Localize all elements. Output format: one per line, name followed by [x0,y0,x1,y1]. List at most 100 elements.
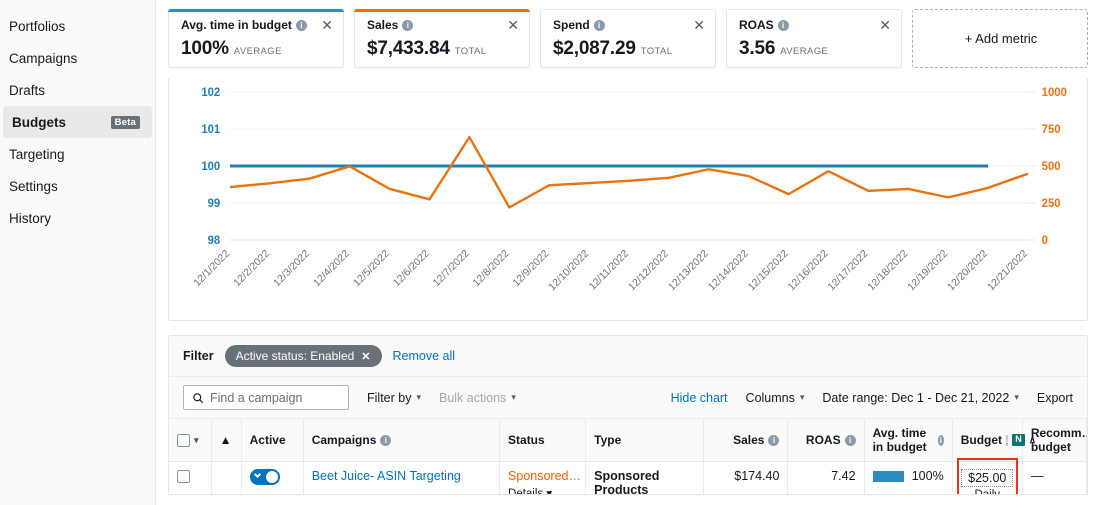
info-icon[interactable]: i [937,434,944,446]
sidebar-item-label: Settings [9,178,58,194]
metric-unit: AVERAGE [780,46,829,57]
table-row[interactable]: Beet Juice- ASIN Targeting Sponsored… De… [169,458,1087,494]
info-icon[interactable]: i [777,19,789,31]
active-toggle[interactable] [249,469,280,485]
close-icon[interactable]: ✕ [361,350,370,363]
svg-text:100: 100 [201,161,220,173]
th-active[interactable]: Active [241,419,304,462]
svg-text:1000: 1000 [1042,87,1067,99]
chevron-down-icon: ▾ [799,392,805,402]
th-label: Recomm… budget [1030,426,1088,454]
metric-accent-bar [354,9,530,12]
th-alerts[interactable]: ▲ [211,419,242,462]
row-checkbox[interactable] [177,470,190,484]
metrics-line-chart: 98991001011020250500750100012/1/2022 12/2… [192,87,1067,293]
sidebar-item-budgets[interactable]: Budgets Beta [3,106,152,138]
th-roas[interactable]: ROAS i [787,419,865,462]
export-button[interactable]: Export [1037,391,1073,405]
th-label: Status [508,433,545,447]
row-campaign-cell[interactable]: Beet Juice- ASIN Targeting [303,461,501,494]
row-select-cell[interactable] [169,461,212,494]
hide-chart-link[interactable]: Hide chart [671,391,728,405]
bulk-actions-dropdown[interactable]: Bulk actions ▾ [439,391,516,405]
svg-text:12/7/2022: 12/7/2022 [431,248,471,289]
info-icon[interactable]: i [593,19,605,31]
info-icon[interactable]: i [295,19,307,31]
row-time-in-budget-cell: 100% [864,461,953,494]
sidebar-item-campaigns[interactable]: Campaigns [0,42,155,74]
info-icon[interactable]: i [844,434,856,446]
th-label: ROAS [805,433,841,447]
svg-text:12/20/2022: 12/20/2022 [946,248,990,293]
svg-text:0: 0 [1042,235,1048,247]
sidebar-item-settings[interactable]: Settings [0,170,155,202]
chevron-down-icon[interactable]: ▾ [194,435,199,446]
campaign-link[interactable]: Beet Juice- ASIN Targeting [312,469,461,483]
th-label: Active [249,433,286,447]
metric-accent-bar [168,9,344,12]
svg-text:12/14/2022: 12/14/2022 [706,248,750,293]
svg-text:500: 500 [1042,161,1061,173]
sidebar-item-history[interactable]: History [0,202,155,234]
svg-text:12/19/2022: 12/19/2022 [906,248,950,293]
th-status[interactable]: Status [499,419,587,462]
table-toolbar: Find a campaign Filter by ▾ Bulk actions… [169,377,1087,419]
th-type[interactable]: Type [585,419,705,462]
status-badge: Sponsored… [508,469,581,483]
metric-card-avg-time-in-budget[interactable]: Avg. time in budget i ✕ 100% AVERAGE [168,9,344,68]
check-icon [253,470,261,479]
sidebar-item-label: Portfolios [9,18,66,34]
row-budget-cell[interactable]: $25.00 Daily [952,458,1023,494]
svg-text:12/9/2022: 12/9/2022 [511,248,551,289]
date-range-dropdown[interactable]: Date range: Dec 1 - Dec 21, 2022 ▾ [822,391,1018,405]
th-select-all[interactable]: ▾ [169,419,212,462]
sidebar-item-portfolios[interactable]: Portfolios [0,10,155,42]
close-icon[interactable]: ✕ [507,18,519,32]
remove-all-filters-link[interactable]: Remove all [393,349,456,363]
search-input[interactable]: Find a campaign [183,385,349,410]
th-sales[interactable]: Sales i [703,419,789,462]
svg-text:12/13/2022: 12/13/2022 [667,248,711,293]
sidebar-item-targeting[interactable]: Targeting [0,138,155,170]
info-icon[interactable]: i [768,434,780,446]
th-recommended-budget[interactable]: Recomm… budget [1022,419,1088,462]
svg-text:12/10/2022: 12/10/2022 [547,248,591,293]
columns-dropdown[interactable]: Columns ▾ [746,391,805,405]
filter-chip-active-status[interactable]: Active status: Enabled ✕ [224,345,382,367]
metric-title: ROAS i [739,18,789,32]
metric-value: 3.56 [739,38,776,59]
svg-text:12/12/2022: 12/12/2022 [627,248,671,293]
th-avg-time-in-budget[interactable]: Avg. time in budget i [864,419,953,462]
sidebar-item-label: Drafts [9,82,46,98]
svg-text:99: 99 [208,198,221,210]
metric-title: Spend i [553,18,605,32]
metric-title: Sales i [367,18,414,32]
close-icon[interactable]: ✕ [321,18,333,32]
metric-card-roas[interactable]: ROAS i ✕ 3.56 AVERAGE [726,9,902,68]
row-active-cell[interactable] [241,461,304,494]
sidebar-item-drafts[interactable]: Drafts [0,74,155,106]
svg-text:12/17/2022: 12/17/2022 [826,248,870,293]
th-budget[interactable]: Budget i N ∧ [952,419,1036,462]
metric-card-sales[interactable]: Sales i ✕ $7,433.84 TOTAL [354,9,530,68]
th-campaigns[interactable]: Campaigns i [303,419,501,462]
row-recommended-budget-cell: — [1022,461,1087,494]
sidebar-item-label: Targeting [9,146,65,162]
row-type-cell: Sponsored Products Manual targeting [585,461,705,494]
chevron-down-icon: ▾ [511,392,516,402]
select-all-checkbox[interactable] [177,433,190,447]
metric-card-spend[interactable]: Spend i ✕ $2,087.29 TOTAL [540,9,716,68]
filter-by-dropdown[interactable]: Filter by ▾ [367,391,421,405]
info-icon[interactable]: i [402,19,414,31]
info-icon[interactable]: i [1006,434,1009,446]
search-icon [193,392,204,403]
budget-input[interactable]: $25.00 [961,469,1014,487]
info-icon[interactable]: i [380,434,392,446]
metric-title-text: Spend [553,18,590,32]
close-icon[interactable]: ✕ [693,18,705,32]
status-details-toggle[interactable]: Details ▾ [508,486,577,494]
close-icon[interactable]: ✕ [879,18,891,32]
svg-text:12/15/2022: 12/15/2022 [746,248,790,293]
filter-bar: Filter Active status: Enabled ✕ Remove a… [169,336,1087,377]
add-metric-button[interactable]: + Add metric [912,9,1088,68]
